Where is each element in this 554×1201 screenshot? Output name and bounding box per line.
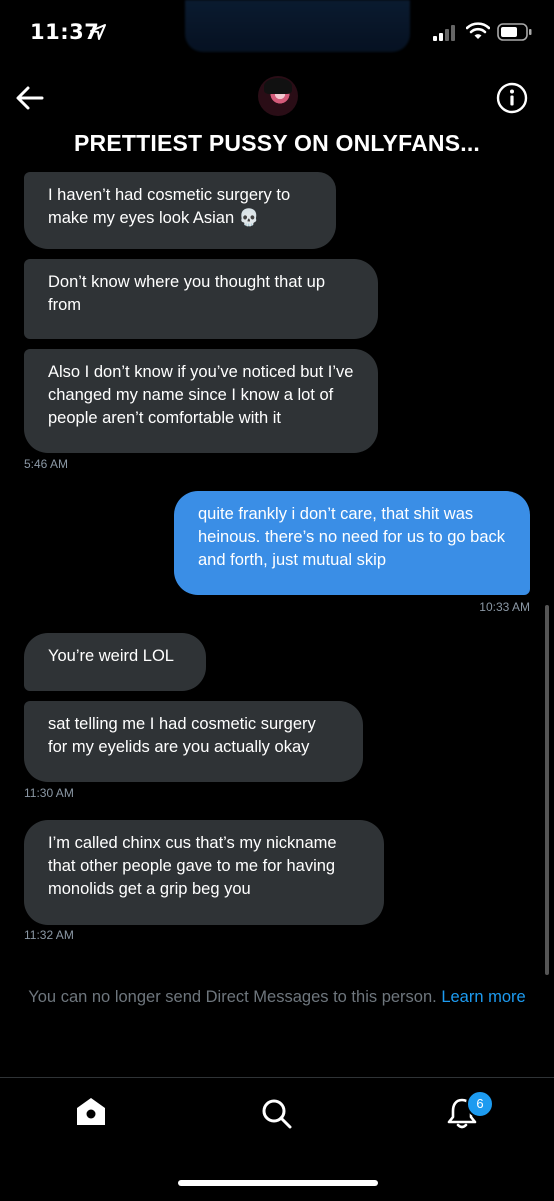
status-bar: 11:37 [0,0,554,70]
message-timestamp: 10:33 AM [479,600,530,614]
conversation-title: PRETTIEST PUSSY ON ONLYFANS... [73,130,481,156]
message-bubble[interactable]: I haven’t had cosmetic surgery to make m… [24,172,336,249]
battery-icon [497,23,532,41]
message-timestamp: 11:30 AM [24,786,74,800]
home-indicator[interactable] [178,1180,378,1186]
info-icon[interactable] [496,82,528,114]
notification-count-badge: 6 [466,1090,494,1118]
avatar[interactable] [258,76,298,116]
status-time: 11:37 [30,20,100,44]
search-icon[interactable] [259,1096,293,1130]
message-bubble[interactable]: Also I don’t know if you’ve noticed but … [24,349,378,453]
message-timestamp: 11:32 AM [24,928,74,942]
message-bubble[interactable]: Don’t know where you thought that up fro… [24,259,378,339]
message-bubble-outgoing[interactable]: quite frankly i don’t care, that shit wa… [174,491,530,595]
message-bubble[interactable]: You’re weird LOL [24,633,206,691]
back-arrow-icon[interactable] [14,84,46,112]
scrollbar[interactable] [545,605,549,975]
message-bubble[interactable]: sat telling me I had cosmetic surgery fo… [24,701,363,782]
message-timestamp: 5:46 AM [24,457,69,471]
message-bubble[interactable]: I’m called chinx cus that’s my nickname … [24,820,384,925]
learn-more-link[interactable]: Learn more [441,988,525,1006]
wifi-icon [466,22,490,39]
cell-signal-icon [433,25,455,41]
dm-disabled-notice: You can no longer send Direct Messages t… [0,988,554,1007]
home-icon[interactable] [74,1095,108,1129]
status-bar-blur [185,0,410,52]
location-arrow-icon [90,24,106,40]
dm-disabled-text: You can no longer send Direct Messages t… [28,988,437,1006]
